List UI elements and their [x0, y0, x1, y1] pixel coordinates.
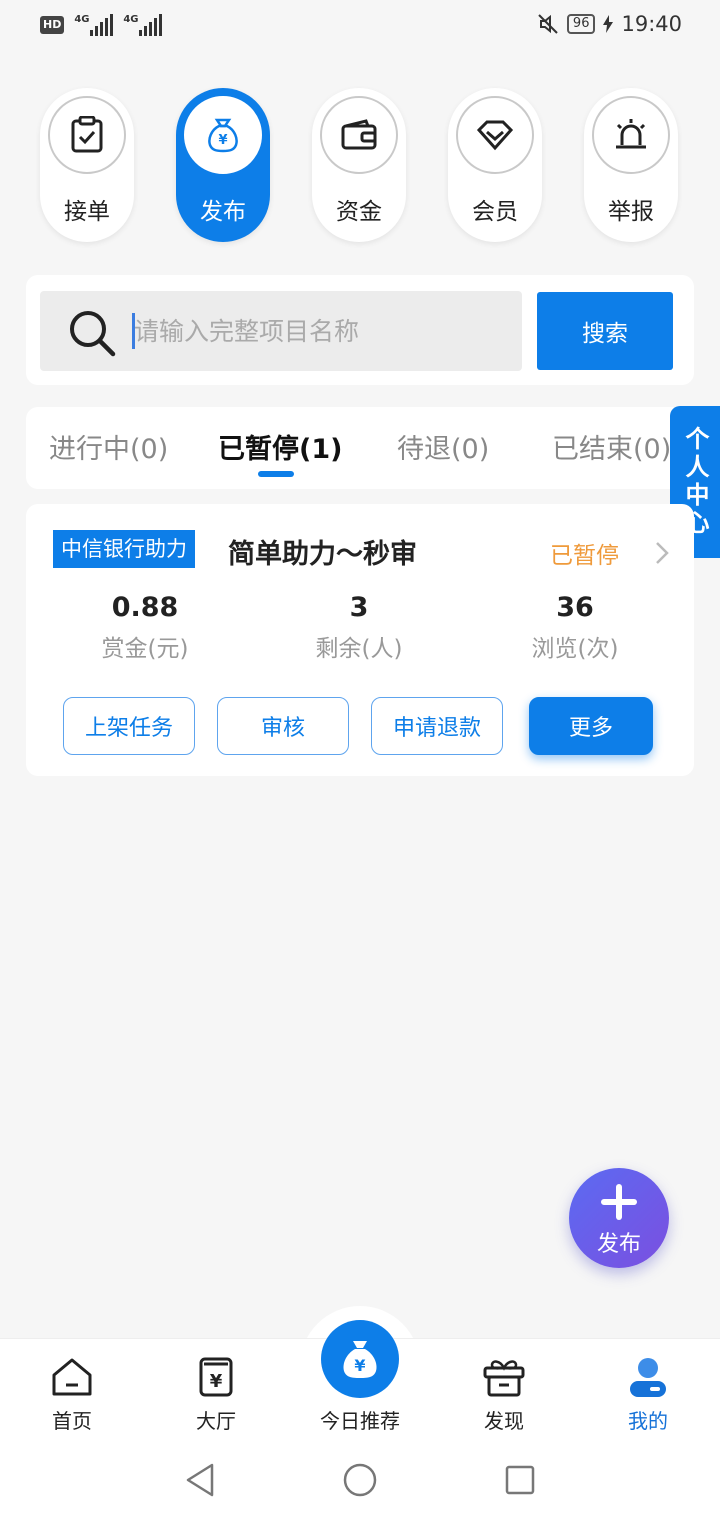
system-nav-bar: [0, 1438, 720, 1520]
tab-in-progress[interactable]: 进行中(0): [49, 427, 168, 466]
svg-text:¥: ¥: [354, 1356, 365, 1375]
nav-hall[interactable]: ¥ 大厅: [161, 1339, 271, 1439]
menu-item-fabu[interactable]: ¥ 发布: [176, 88, 270, 242]
svg-text:¥: ¥: [218, 133, 227, 148]
stat-remaining: 3 剩余(人): [315, 592, 403, 662]
task-status-badge: 已暂停: [550, 543, 619, 569]
svg-text:¥: ¥: [210, 1371, 223, 1392]
clipboard-check-icon: [48, 96, 126, 174]
home-circle-icon[interactable]: [342, 1462, 378, 1498]
active-tab-indicator: [258, 471, 294, 477]
wallet-icon: [320, 96, 398, 174]
search-input[interactable]: [134, 309, 504, 353]
home-icon: [52, 1358, 92, 1396]
task-title: 简单助力～秒审: [228, 539, 417, 570]
user-icon: [630, 1358, 666, 1397]
money-bag-icon: ¥: [343, 1341, 377, 1378]
stat-views: 36 浏览(次): [531, 592, 619, 662]
gift-box-icon: [483, 1360, 525, 1397]
menu-item-zijin[interactable]: 资金: [312, 88, 406, 242]
tab-pending-refund[interactable]: 待退(0): [397, 427, 489, 466]
diamond-icon: [456, 96, 534, 174]
more-button[interactable]: 更多: [529, 697, 653, 755]
top-menu: 接单 ¥ 发布 资金 会员 举报: [40, 88, 680, 242]
back-icon[interactable]: [184, 1462, 216, 1498]
nav-mine[interactable]: 我的: [593, 1339, 703, 1439]
signal-icon: 4G: [74, 14, 114, 36]
menu-item-jubao[interactable]: 举报: [584, 88, 678, 242]
search-button[interactable]: 搜索: [537, 292, 673, 370]
request-refund-button[interactable]: 申请退款: [371, 697, 503, 755]
menu-item-jiedan[interactable]: 接单: [40, 88, 134, 242]
nav-home[interactable]: 首页: [17, 1339, 127, 1439]
list-task-button[interactable]: 上架任务: [63, 697, 195, 755]
alarm-icon: [592, 96, 670, 174]
hd-indicator: HD: [40, 16, 65, 34]
yuan-receipt-icon: ¥: [199, 1357, 233, 1397]
task-tag: 中信银行助力: [53, 530, 195, 568]
recents-icon[interactable]: [504, 1464, 536, 1496]
task-card[interactable]: 中信银行助力 简单助力～秒审 已暂停 0.88 赏金(元) 3 剩余(人) 36…: [26, 504, 694, 776]
battery-indicator: 96: [566, 14, 596, 34]
review-button[interactable]: 审核: [217, 697, 349, 755]
search-card: 搜索: [26, 275, 694, 385]
tab-paused[interactable]: 已暂停(1): [218, 427, 342, 466]
charging-icon: [603, 15, 614, 33]
publish-fab-label: 发布: [596, 1232, 641, 1257]
tab-ended[interactable]: 已结束(0): [552, 427, 671, 466]
search-box[interactable]: [40, 291, 522, 371]
nav-discover[interactable]: 发现: [449, 1339, 559, 1439]
signal-icon-2: 4G: [123, 14, 163, 36]
search-icon: [70, 311, 116, 357]
mute-icon: [538, 14, 558, 34]
money-bag-icon: ¥: [184, 96, 262, 174]
publish-fab[interactable]: 发布: [569, 1168, 669, 1268]
status-bar: HD 4G 4G 96 19:40: [0, 0, 720, 56]
stat-reward: 0.88 赏金(元): [101, 592, 189, 662]
today-recommend-center-button[interactable]: ¥: [321, 1320, 399, 1398]
status-tabs: 进行中(0) 已暂停(1) 待退(0) 已结束(0): [26, 407, 694, 489]
clock: 19:40: [621, 12, 682, 36]
menu-item-huiyuan[interactable]: 会员: [448, 88, 542, 242]
chevron-right-icon[interactable]: [654, 540, 670, 566]
